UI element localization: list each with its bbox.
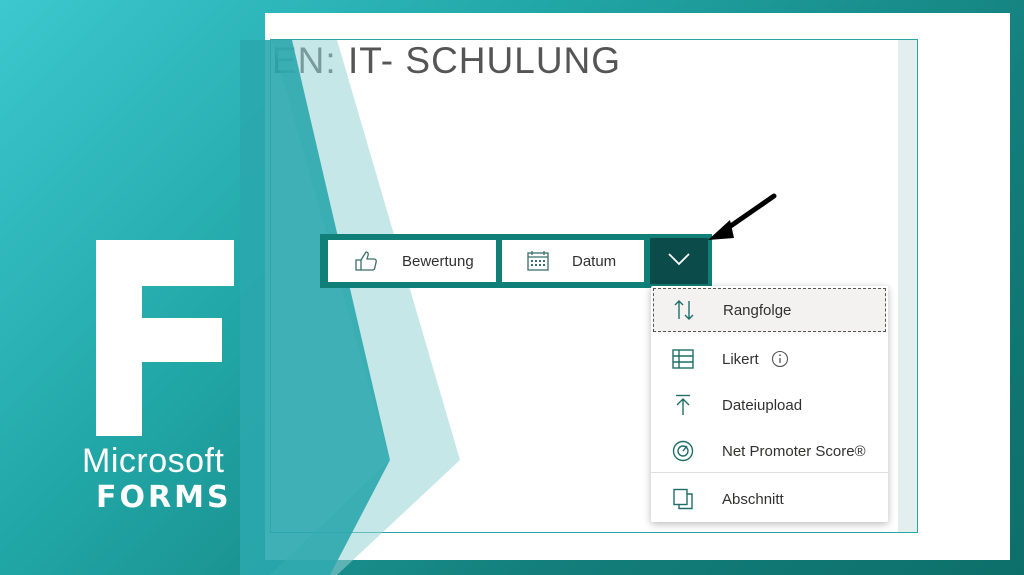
menu-item-label: Dateiupload xyxy=(722,396,803,414)
question-type-toolbar: Bewertung Datum xyxy=(320,234,712,288)
bewertung-button[interactable]: Bewertung xyxy=(328,240,496,282)
calendar-icon xyxy=(526,250,552,272)
menu-item-net-promoter-score[interactable]: Net Promoter Score® xyxy=(651,428,888,474)
upload-icon xyxy=(671,393,695,417)
logo-brand-text: Microsoft xyxy=(82,442,225,480)
menu-item-label: Likert xyxy=(722,350,759,368)
table-grid-icon xyxy=(671,347,695,371)
menu-item-abschnitt[interactable]: Abschnitt xyxy=(651,476,888,522)
annotation-arrow-icon xyxy=(708,193,777,240)
menu-item-likert[interactable]: Likert xyxy=(651,336,888,382)
menu-divider xyxy=(651,472,888,473)
datum-button[interactable]: Datum xyxy=(502,240,644,282)
datum-label: Datum xyxy=(572,252,617,270)
menu-item-dateiupload[interactable]: Dateiupload xyxy=(651,382,888,428)
menu-item-rangfolge[interactable]: Rangfolge xyxy=(653,288,886,332)
info-icon[interactable] xyxy=(771,350,789,368)
menu-item-label: Abschnitt xyxy=(722,490,784,508)
thumbs-up-icon xyxy=(354,250,380,272)
chevron-down-icon xyxy=(667,252,691,271)
logo-product-text: FORMS xyxy=(96,480,232,515)
sort-arrows-icon xyxy=(672,298,696,322)
menu-item-label: Net Promoter Score® xyxy=(722,442,866,460)
gauge-icon xyxy=(671,439,695,463)
question-type-menu: Rangfolge Likert Dateiupload Net Promote… xyxy=(651,286,888,522)
section-copy-icon xyxy=(671,487,695,511)
menu-item-label: Rangfolge xyxy=(723,301,792,319)
bewertung-label: Bewertung xyxy=(402,252,474,270)
forms-logo-icon xyxy=(96,240,234,436)
